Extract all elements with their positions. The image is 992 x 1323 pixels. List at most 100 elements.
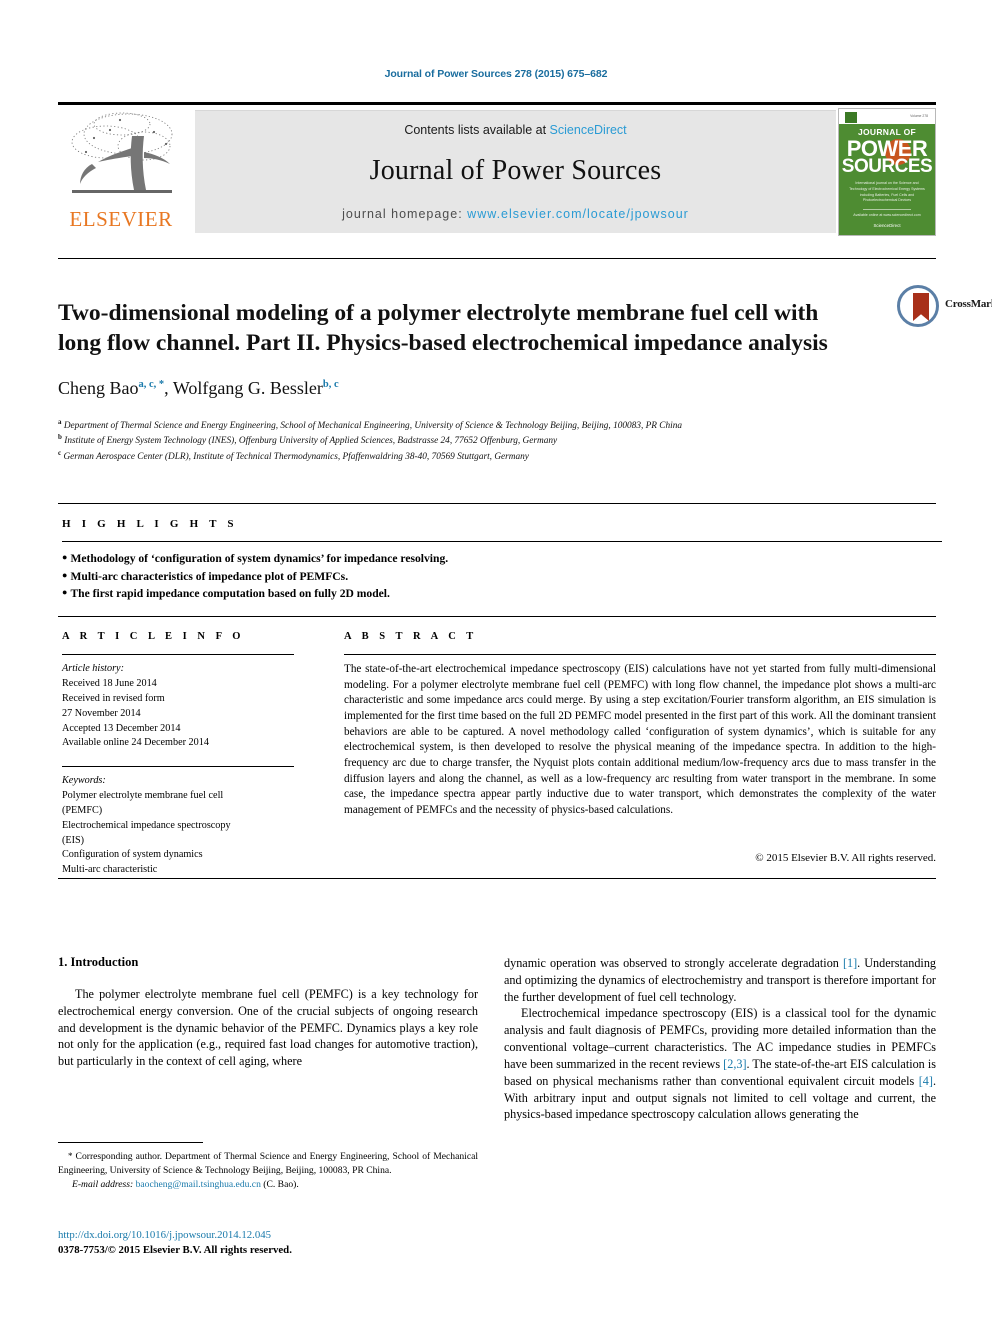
journal-cover-thumbnail: Volume 278 JOURNAL OF POWER SOURCES Inte…	[838, 108, 936, 236]
email-suffix: (C. Bao).	[263, 1178, 299, 1190]
affiliation-item: a Department of Thermal Science and Ener…	[58, 418, 936, 433]
journal-title: Journal of Power Sources	[369, 155, 662, 186]
cover-publisher-mark	[845, 112, 857, 123]
paragraph: dynamic operation was observed to strong…	[504, 955, 936, 1005]
affiliation-mark: b	[58, 433, 62, 442]
corresponding-author-note: * Corresponding author. Department of Th…	[58, 1150, 478, 1178]
crossmark-circle-icon	[897, 285, 939, 327]
abstract-heading: A B S T R A C T	[344, 631, 478, 642]
abstract-text: The state-of-the-art electrochemical imp…	[344, 663, 936, 817]
article-history-item: Accepted 13 December 2014	[62, 722, 181, 734]
article-history-item: Available online 24 December 2014	[62, 737, 209, 749]
masthead-band: Contents lists available at ScienceDirec…	[195, 110, 836, 233]
keyword-item: Configuration of system dynamics	[62, 849, 203, 861]
keyword-item: Polymer electrolyte membrane fuel cell	[62, 789, 224, 801]
author-marks-2: b, c	[322, 379, 339, 390]
affiliation-text: Department of Thermal Science and Energy…	[63, 421, 683, 432]
cover-blurb: International journal on the Science and…	[849, 181, 925, 203]
keywords-label: Keywords:	[62, 775, 106, 786]
corresponding-author-text: Corresponding author. Department of Ther…	[58, 1151, 478, 1176]
article-history-item: 27 November 2014	[62, 707, 141, 719]
journal-masthead: ELSEVIER Contents lists available at Sci…	[58, 102, 936, 236]
list-item: ● Multi-arc characteristics of impedance …	[62, 568, 942, 586]
crossmark-label: CrossMark	[945, 298, 992, 310]
author-list: Cheng Baoa, c, *, Wolfgang G. Besslerb, …	[58, 378, 339, 399]
abstract-bottom-divider	[58, 878, 936, 879]
highlight-text: Multi-arc characteristics of impedance p…	[70, 569, 349, 583]
affiliation-item: b Institute of Energy System Technology …	[58, 433, 936, 448]
keywords-divider	[62, 766, 294, 767]
highlight-text: The first rapid impedance computation ba…	[70, 587, 390, 601]
body-column-left: 1. Introduction The polymer electrolyte …	[58, 955, 478, 1070]
running-head: Journal of Power Sources 278 (2015) 675–…	[384, 68, 608, 80]
cover-footer: Available online at www.sciencedirect.co…	[853, 213, 921, 217]
affiliation-mark: a	[58, 418, 62, 426]
cover-divider	[863, 209, 911, 210]
journal-homepage-line: journal homepage: www.elsevier.com/locat…	[195, 207, 836, 221]
article-info-heading: A R T I C L E I N F O	[62, 631, 245, 642]
bullet-icon: ●	[62, 569, 68, 580]
homepage-prefix: journal homepage:	[342, 207, 468, 221]
article-info-divider	[62, 654, 294, 655]
cover-volume-text: Volume 278	[910, 114, 928, 118]
citation-ref-2-3[interactable]: [2,3]	[723, 1057, 746, 1071]
email-link[interactable]: baocheng@mail.tsinghua.edu.cn	[136, 1179, 261, 1190]
citation-ref-1[interactable]: [1]	[843, 956, 857, 970]
paper-page: Journal of Power Sources 278 (2015) 675–…	[0, 0, 992, 1323]
page-title: Two-dimensional modeling of a polymer el…	[58, 299, 828, 357]
paragraph: The polymer electrolyte membrane fuel ce…	[58, 987, 478, 1069]
author-separator: ,	[164, 378, 173, 398]
crossmark-badge[interactable]: CrossMark	[897, 285, 992, 327]
affiliation-item: c German Aerospace Center (DLR), Institu…	[58, 449, 936, 464]
journal-homepage-url[interactable]: www.elsevier.com/locate/jpowsour	[467, 207, 689, 221]
email-label: E-mail address:	[72, 1178, 134, 1190]
highlights-heading: H I G H L I G H T S	[62, 518, 238, 530]
footnote-block: * Corresponding author. Department of Th…	[58, 1150, 478, 1192]
affiliation-mark: c	[58, 448, 62, 457]
contents-prefix: Contents lists available at	[404, 123, 550, 137]
highlights-heading-divider	[62, 541, 942, 542]
email-note: E-mail address: baocheng@mail.tsinghua.e…	[58, 1178, 478, 1192]
highlight-text: Methodology of ‘configuration of system …	[70, 552, 449, 565]
affiliation-list: a Department of Thermal Science and Ener…	[58, 418, 936, 464]
article-history-item: Received 18 June 2014	[62, 677, 157, 689]
keyword-item: (PEMFC)	[62, 804, 103, 816]
highlights-top-divider	[58, 503, 936, 504]
affiliation-text: Institute of Energy System Technology (I…	[64, 436, 558, 447]
list-item: ● Methodology of ‘configuration of system…	[62, 550, 942, 568]
keyword-item: Multi-arc characteristic	[62, 864, 158, 876]
affiliation-text: German Aerospace Center (DLR), Institute…	[63, 451, 529, 462]
doi-link[interactable]: http://dx.doi.org/10.1016/j.jpowsour.201…	[58, 1228, 478, 1243]
bullet-icon: ●	[62, 587, 68, 598]
author-marks-1: a, c, *	[138, 379, 165, 390]
cover-top-strip: Volume 278	[839, 109, 935, 124]
article-history: Article history: Received 18 June 2014 R…	[62, 662, 302, 751]
citation-ref-4[interactable]: [4]	[919, 1074, 933, 1088]
title-divider	[58, 258, 936, 259]
highlights-list: ● Methodology of ‘configuration of system…	[62, 550, 942, 603]
article-history-label: Article history:	[62, 663, 124, 674]
list-item: ● The first rapid impedance computation b…	[62, 585, 942, 603]
author-name-2: Wolfgang G. Bessler	[172, 378, 323, 398]
issn-copyright-line: 0378-7753/© 2015 Elsevier B.V. All right…	[58, 1244, 292, 1257]
crossmark-book-icon	[913, 293, 929, 321]
article-history-item: Received in revised form	[62, 692, 165, 704]
abstract-divider	[344, 654, 936, 655]
footnote-divider	[58, 1142, 203, 1143]
sciencedirect-link[interactable]: ScienceDirect	[550, 123, 627, 137]
author-name-1: Cheng Bao	[58, 378, 139, 398]
keyword-item: Electrochemical impedance spectroscopy	[62, 819, 231, 831]
paragraph: Electrochemical impedance spectroscopy (…	[504, 1005, 936, 1123]
cover-line-3: SOURCES	[841, 156, 933, 177]
keyword-item: (EIS)	[62, 834, 85, 846]
contents-available-line: Contents lists available at ScienceDirec…	[195, 123, 836, 137]
elsevier-wordmark: ELSEVIER	[69, 207, 173, 231]
doi-block: http://dx.doi.org/10.1016/j.jpowsour.201…	[58, 1228, 478, 1259]
body-column-right: dynamic operation was observed to strong…	[504, 955, 936, 1123]
section-heading-introduction: 1. Introduction	[58, 955, 139, 969]
elsevier-logo: ELSEVIER	[58, 108, 184, 233]
cover-footer-brand: ScienceDirect	[873, 223, 901, 228]
keywords-block: Keywords: Polymer electrolyte membrane f…	[62, 774, 312, 878]
bullet-icon: ●	[62, 552, 68, 562]
paragraph-part: dynamic operation was observed to strong…	[504, 956, 843, 970]
